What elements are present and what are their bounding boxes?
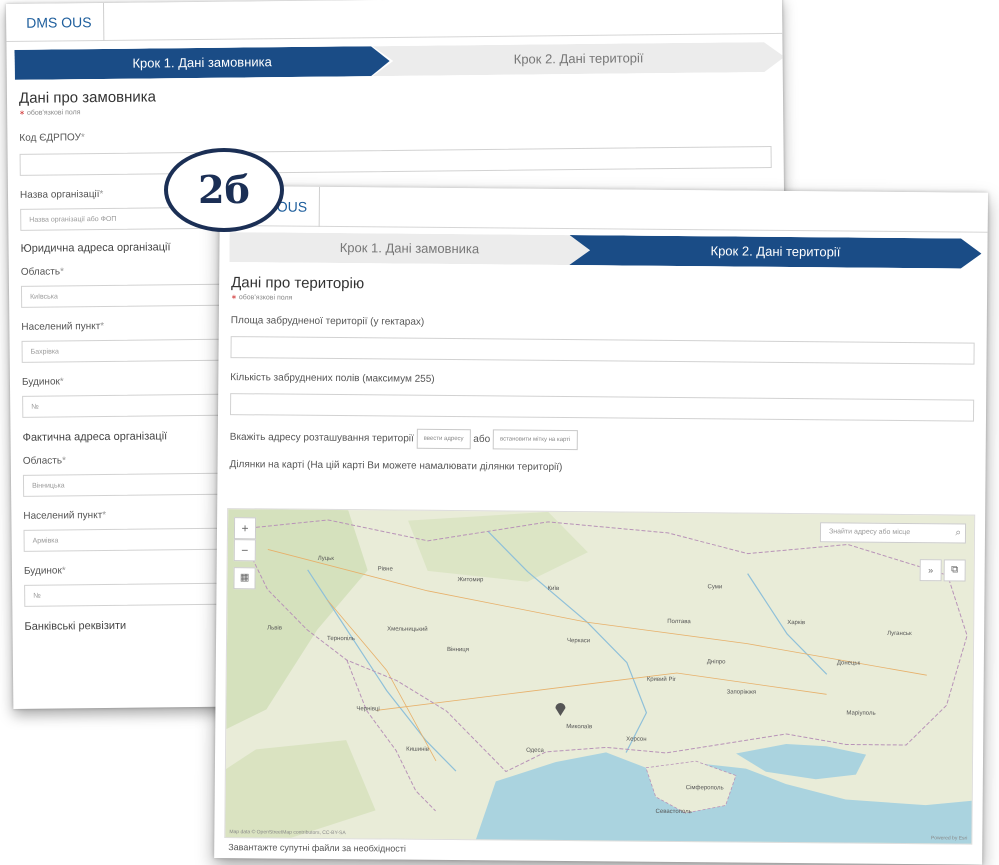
svg-text:Рівне: Рівне [378, 566, 394, 572]
zoom-out-button[interactable]: − [233, 539, 256, 562]
svg-text:Донецьк: Донецьк [837, 660, 861, 666]
svg-text:Запоріжжя: Запоріжжя [727, 689, 757, 695]
area-input[interactable] [230, 336, 975, 365]
svg-text:Дніпро: Дніпро [707, 659, 726, 665]
step-badge: 2б [164, 148, 284, 232]
svg-text:Харків: Харків [787, 620, 805, 626]
stepper: Крок 1. Дані замовника Крок 2. Дані тери… [229, 232, 987, 269]
svg-text:Одеса: Одеса [526, 748, 544, 754]
layers-icon[interactable]: ▦ [233, 567, 256, 590]
step-2-tab[interactable]: Крок 2. Дані території [372, 42, 784, 76]
svg-text:Маріуполь: Маріуполь [846, 710, 875, 716]
map-attribution: Map data © OpenStreetMap contributors, C… [229, 829, 346, 837]
top-bar: DMS OUS [6, 0, 783, 42]
upload-label: Завантажте супутні файли за необхідності [228, 842, 406, 854]
map-canvas[interactable]: Луцьк Рівне Житомир Київ Суми Харків Льв… [225, 509, 976, 845]
stepper: Крок 1. Дані замовника Крок 2. Дані тери… [14, 42, 782, 80]
fullscreen-icon[interactable]: ⧉ [943, 559, 966, 582]
svg-text:Суми: Суми [707, 584, 722, 590]
zoom-in-button[interactable]: + [233, 517, 257, 540]
edrpou-label: Код ЄДРПОУ* [19, 132, 85, 144]
step-2-tab[interactable]: Крок 2. Дані території [569, 235, 981, 269]
map-search-input[interactable]: Знайти адресу або місце ⌕ [819, 522, 967, 544]
svg-text:Черкаси: Черкаси [567, 638, 590, 644]
or-text: або [473, 433, 491, 446]
svg-text:Сімферополь: Сімферополь [686, 785, 724, 791]
svg-text:Тернопіль: Тернопіль [327, 636, 355, 642]
address-row: Вкажіть адресу розташування території вв… [230, 427, 978, 454]
territory-form-window: DMS OUS Крок 1. Дані замовника Крок 2. Д… [214, 186, 988, 865]
fields-count-label: Кількість забруднених полів (максимум 25… [230, 372, 435, 385]
screenshot-collage: DMS OUS Крок 1. Дані замовника Крок 2. Д… [0, 0, 999, 865]
svg-text:Севастополь: Севастополь [656, 809, 692, 815]
svg-text:Київ: Київ [547, 586, 559, 592]
svg-text:Житомир: Житомир [458, 577, 484, 583]
svg-text:Кишинів: Кишинів [406, 747, 429, 753]
step-1-tab[interactable]: Крок 1. Дані замовника [14, 46, 389, 80]
svg-text:Луганськ: Луганськ [887, 631, 912, 637]
svg-text:Миколаїв: Миколаїв [566, 724, 592, 730]
svg-text:Чернівці: Чернівці [356, 706, 379, 712]
map-powered-by: Powered by Esri [930, 835, 968, 842]
svg-text:Кривий Ріг: Кривий Ріг [647, 676, 677, 683]
step-1-tab[interactable]: Крок 1. Дані замовника [229, 232, 589, 265]
area-label: Площа забрудненої території (у гектарах) [230, 315, 425, 328]
search-icon[interactable]: ⌕ [955, 524, 961, 542]
top-bar: DMS OUS [219, 186, 988, 233]
fields-count-input[interactable] [230, 393, 975, 422]
edrpou-input[interactable] [19, 145, 772, 176]
enter-address-button[interactable]: ввести адресу [416, 428, 471, 450]
svg-text:Вінниця: Вінниця [447, 647, 469, 653]
collapse-icon[interactable]: » [919, 559, 942, 582]
brand-logo[interactable]: DMS OUS [6, 2, 105, 42]
address-prompt: Вкажіть адресу розташування території [229, 431, 414, 445]
svg-text:Луцьк: Луцьк [318, 556, 335, 562]
map-caption: Ділянки на карті (На цій карті Ви можете… [229, 459, 563, 473]
map-widget[interactable]: Луцьк Рівне Житомир Київ Суми Харків Льв… [224, 508, 976, 845]
svg-text:Хмельницький: Хмельницький [387, 625, 428, 632]
set-marker-button[interactable]: встановити мітку на карті [492, 429, 578, 451]
svg-text:Херсон: Херсон [626, 737, 646, 743]
svg-text:Полтава: Полтава [667, 619, 691, 625]
svg-text:Львів: Львів [267, 625, 282, 631]
